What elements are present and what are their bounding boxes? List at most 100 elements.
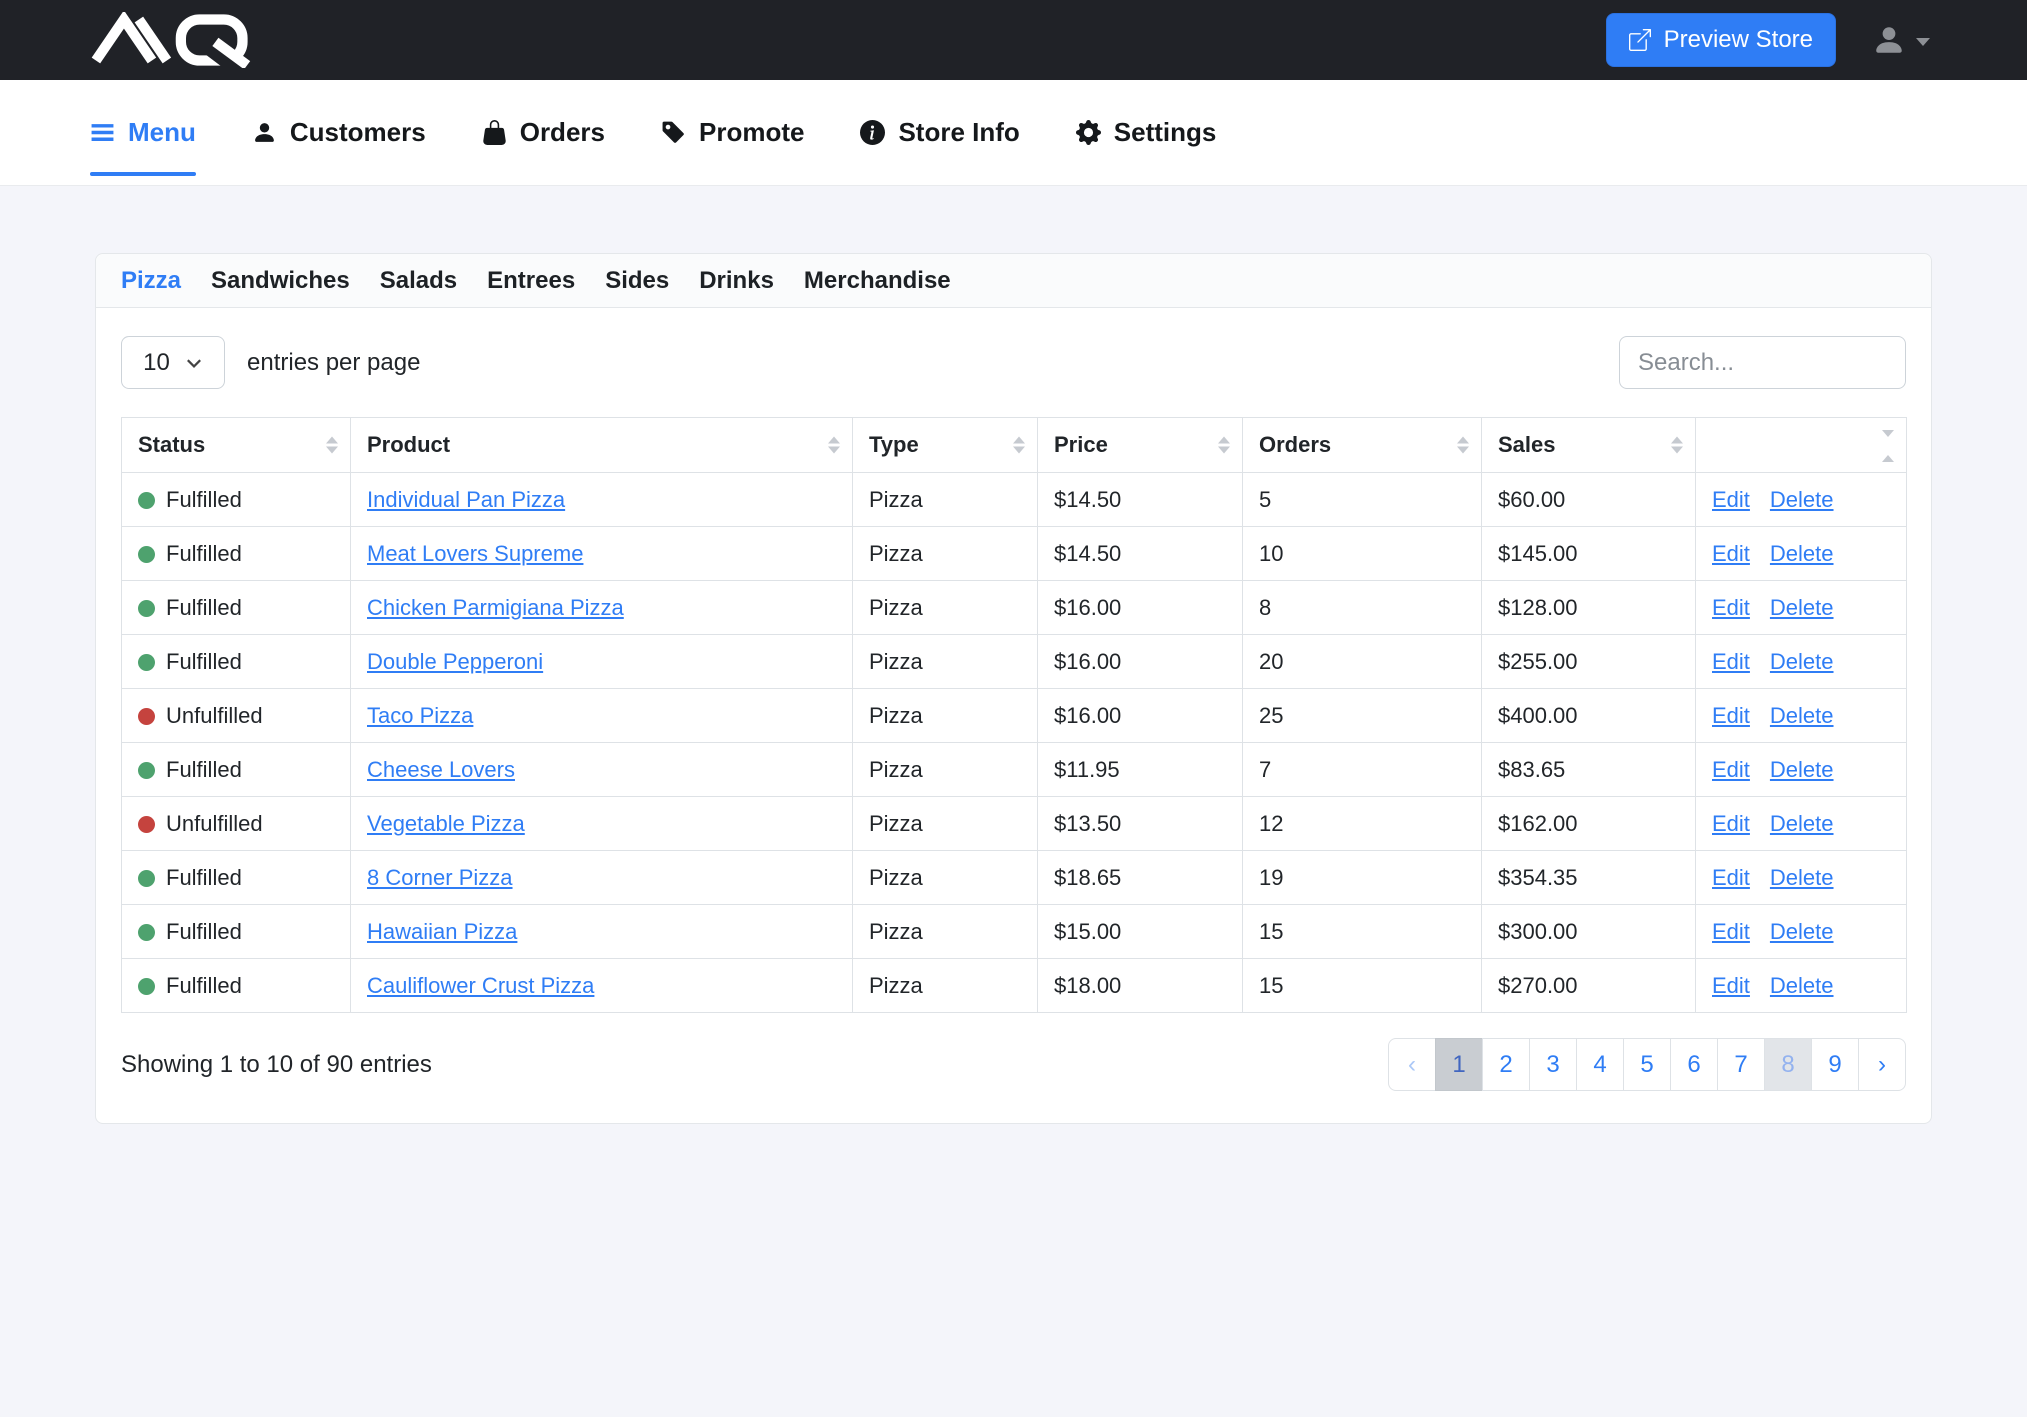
nav-item-orders[interactable]: Orders — [482, 80, 605, 185]
sort-icon[interactable] — [1457, 437, 1469, 454]
entries-per-page-value: 10 — [143, 349, 170, 377]
preview-store-button[interactable]: Preview Store — [1606, 13, 1836, 67]
pagination-page-2[interactable]: 2 — [1482, 1038, 1530, 1091]
edit-link[interactable]: Edit — [1712, 757, 1750, 782]
entries-per-page-select[interactable]: 10 — [121, 336, 225, 389]
product-link[interactable]: Meat Lovers Supreme — [367, 541, 583, 566]
caret-down-icon — [1916, 38, 1930, 46]
sort-icon[interactable] — [326, 437, 338, 454]
sales-cell: $400.00 — [1482, 689, 1696, 743]
status-label: Fulfilled — [166, 649, 242, 674]
pagination-page-6[interactable]: 6 — [1670, 1038, 1718, 1091]
column-header-status[interactable]: Status — [122, 418, 351, 473]
tab-sandwiches[interactable]: Sandwiches — [211, 267, 350, 295]
product-link[interactable]: Hawaiian Pizza — [367, 919, 517, 944]
tab-pizza[interactable]: Pizza — [121, 267, 181, 295]
nav-item-settings[interactable]: Settings — [1076, 80, 1217, 185]
column-header-orders[interactable]: Orders — [1243, 418, 1482, 473]
nav-item-customers[interactable]: Customers — [252, 80, 426, 185]
product-link[interactable]: Individual Pan Pizza — [367, 487, 565, 512]
pagination-prev[interactable]: ‹ — [1388, 1038, 1436, 1091]
edit-link[interactable]: Edit — [1712, 811, 1750, 836]
column-header-sales[interactable]: Sales — [1482, 418, 1696, 473]
product-link[interactable]: Cauliflower Crust Pizza — [367, 973, 594, 998]
edit-link[interactable]: Edit — [1712, 649, 1750, 674]
pagination-page-7[interactable]: 7 — [1717, 1038, 1765, 1091]
delete-link[interactable]: Delete — [1770, 919, 1834, 944]
product-link[interactable]: Double Pepperoni — [367, 649, 543, 674]
status-label: Fulfilled — [166, 919, 242, 944]
product-link[interactable]: Vegetable Pizza — [367, 811, 525, 836]
type-cell: Pizza — [853, 527, 1038, 581]
edit-link[interactable]: Edit — [1712, 973, 1750, 998]
chevron-down-icon — [185, 354, 203, 372]
sales-cell: $60.00 — [1482, 473, 1696, 527]
status-cell: Unfulfilled — [122, 689, 351, 743]
pagination-page-3[interactable]: 3 — [1529, 1038, 1577, 1091]
product-link[interactable]: 8 Corner Pizza — [367, 865, 513, 890]
nav-item-promote[interactable]: Promote — [661, 80, 804, 185]
pagination-page-5[interactable]: 5 — [1623, 1038, 1671, 1091]
aiq-logo[interactable] — [90, 12, 268, 68]
type-cell: Pizza — [853, 851, 1038, 905]
delete-link[interactable]: Delete — [1770, 757, 1834, 782]
type-cell: Pizza — [853, 797, 1038, 851]
column-header-actions[interactable] — [1696, 418, 1907, 473]
tab-entrees[interactable]: Entrees — [487, 267, 575, 295]
search-input[interactable] — [1619, 336, 1906, 389]
actions-cell: Edit Delete — [1696, 851, 1907, 905]
edit-link[interactable]: Edit — [1712, 595, 1750, 620]
column-header-type[interactable]: Type — [853, 418, 1038, 473]
pagination-page-4[interactable]: 4 — [1576, 1038, 1624, 1091]
column-header-price[interactable]: Price — [1038, 418, 1243, 473]
delete-link[interactable]: Delete — [1770, 487, 1834, 512]
edit-link[interactable]: Edit — [1712, 919, 1750, 944]
edit-link[interactable]: Edit — [1712, 541, 1750, 566]
sort-up-icon[interactable] — [1882, 455, 1894, 462]
nav-item-label: Menu — [128, 117, 196, 148]
delete-link[interactable]: Delete — [1770, 973, 1834, 998]
sort-icon[interactable] — [1671, 437, 1683, 454]
product-link[interactable]: Chicken Parmigiana Pizza — [367, 595, 624, 620]
account-menu[interactable] — [1872, 23, 1930, 57]
delete-link[interactable]: Delete — [1770, 811, 1834, 836]
sort-down-icon[interactable] — [1882, 430, 1894, 437]
gear-icon — [1076, 120, 1101, 145]
status-cell: Fulfilled — [122, 473, 351, 527]
status-cell: Fulfilled — [122, 851, 351, 905]
tab-sides[interactable]: Sides — [605, 267, 669, 295]
nav-item-label: Orders — [520, 117, 605, 148]
edit-link[interactable]: Edit — [1712, 703, 1750, 728]
delete-link[interactable]: Delete — [1770, 541, 1834, 566]
column-header-label: Status — [138, 432, 205, 457]
delete-link[interactable]: Delete — [1770, 703, 1834, 728]
pagination-next[interactable]: › — [1858, 1038, 1906, 1091]
pagination-page-9[interactable]: 9 — [1811, 1038, 1859, 1091]
nav-item-store-info[interactable]: Store Info — [860, 80, 1019, 185]
pagination-page-8[interactable]: 8 — [1764, 1038, 1812, 1091]
tab-drinks[interactable]: Drinks — [699, 267, 774, 295]
orders-cell: 10 — [1243, 527, 1482, 581]
tab-salads[interactable]: Salads — [380, 267, 457, 295]
products-table: Status ProductTypePriceOrdersSales Fulfil… — [121, 417, 1907, 1013]
sort-icon[interactable] — [1218, 437, 1230, 454]
menu-card: Pizza Sandwiches Salads Entrees Sides Drinks M… — [95, 253, 1932, 1124]
edit-link[interactable]: Edit — [1712, 487, 1750, 512]
pagination-page-1[interactable]: 1 — [1435, 1038, 1483, 1091]
tab-merchandise[interactable]: Merchandise — [804, 267, 951, 295]
edit-link[interactable]: Edit — [1712, 865, 1750, 890]
hamburger-icon — [90, 120, 115, 145]
product-link[interactable]: Cheese Lovers — [367, 757, 515, 782]
price-cell: $11.95 — [1038, 743, 1243, 797]
delete-link[interactable]: Delete — [1770, 649, 1834, 674]
table-row: FulfilledCauliflower Crust PizzaPizza$18… — [122, 959, 1907, 1013]
nav-item-menu[interactable]: Menu — [90, 80, 196, 185]
product-link[interactable]: Taco Pizza — [367, 703, 473, 728]
orders-cell: 5 — [1243, 473, 1482, 527]
delete-link[interactable]: Delete — [1770, 595, 1834, 620]
delete-link[interactable]: Delete — [1770, 865, 1834, 890]
actions-cell: Edit Delete — [1696, 581, 1907, 635]
column-header-product[interactable]: Product — [351, 418, 853, 473]
sort-icon[interactable] — [1013, 437, 1025, 454]
sort-icon[interactable] — [828, 437, 840, 454]
